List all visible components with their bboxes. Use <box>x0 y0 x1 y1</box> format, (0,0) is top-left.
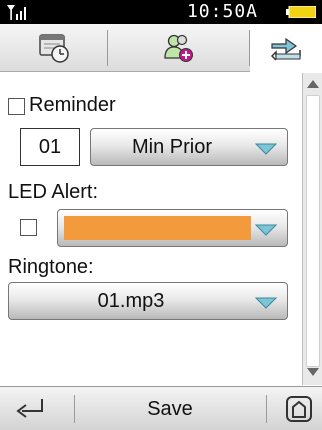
ringtone-dropdown[interactable]: 01.mp3 <box>8 282 288 320</box>
vertical-scrollbar[interactable] <box>302 73 322 385</box>
home-icon[interactable] <box>284 394 314 424</box>
chevron-down-icon <box>255 297 277 309</box>
tab-calendar[interactable] <box>0 24 107 72</box>
tab-bar <box>0 24 322 72</box>
led-alert-label: LED Alert: <box>8 181 99 203</box>
toolbar-divider <box>266 395 267 423</box>
tab-sync[interactable] <box>250 24 322 72</box>
led-alert-checkbox[interactable] <box>20 219 37 236</box>
clock-time: 10:50A <box>186 1 258 22</box>
battery-icon <box>286 6 316 18</box>
ringtone-label: Ringtone: <box>8 256 94 278</box>
reminder-checkbox[interactable] <box>8 98 25 115</box>
scroll-down-arrow-icon[interactable] <box>305 365 321 379</box>
led-color-dropdown[interactable] <box>57 209 288 247</box>
led-color-swatch <box>64 216 251 240</box>
calendar-clock-icon <box>38 34 69 63</box>
scroll-up-arrow-icon[interactable] <box>305 77 321 91</box>
status-bar: 10:50A <box>0 0 322 24</box>
chevron-down-icon <box>255 143 277 155</box>
reminder-unit-value: Min Prior <box>131 135 212 158</box>
toolbar-divider <box>74 395 75 423</box>
back-arrow-icon[interactable] <box>12 395 52 423</box>
reminder-value-field[interactable]: 01 <box>20 128 80 166</box>
sync-arrows-icon <box>270 37 301 61</box>
ringtone-value: 01.mp3 <box>97 289 165 312</box>
bottom-toolbar: Save <box>0 386 322 430</box>
signal-icon <box>7 5 26 20</box>
people-add-icon <box>163 34 193 62</box>
save-button[interactable]: Save <box>80 387 260 430</box>
tab-contacts[interactable] <box>108 24 249 72</box>
reminder-form: Reminder 01 Min Prior LED Alert: Rington… <box>0 73 300 385</box>
reminder-unit-dropdown[interactable]: Min Prior <box>90 128 288 166</box>
scroll-thumb[interactable] <box>306 95 320 367</box>
reminder-label: Reminder <box>29 94 116 116</box>
chevron-down-icon <box>255 224 277 236</box>
